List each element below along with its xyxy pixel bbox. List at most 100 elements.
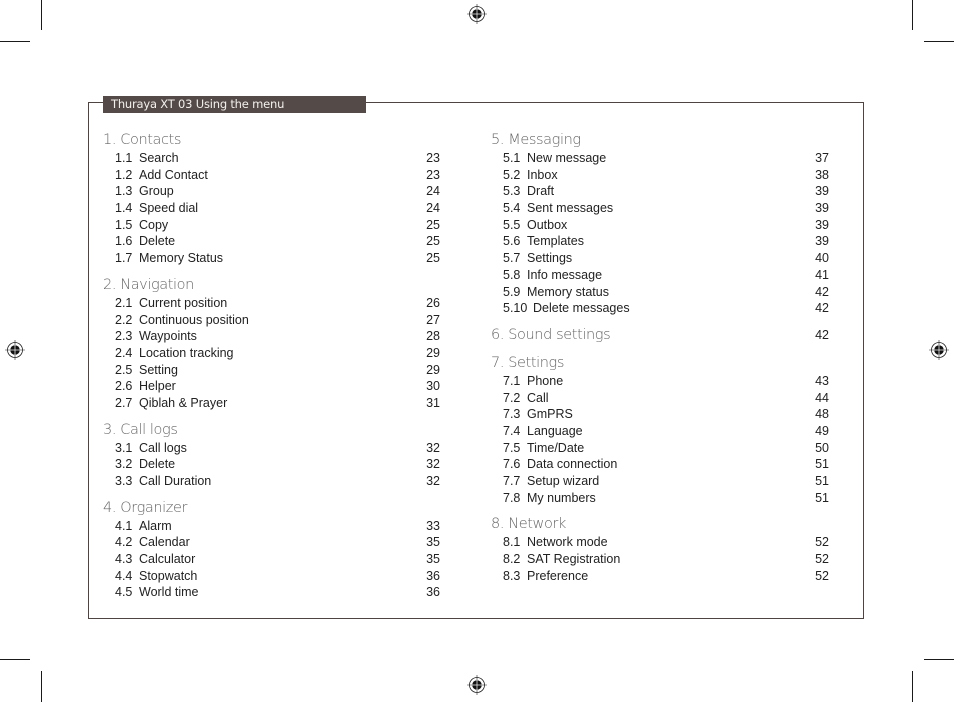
toc-entry-number: 5.2: [503, 167, 521, 182]
toc-entry[interactable]: 2.3 Waypoints 28: [103, 328, 440, 345]
toc-entry[interactable]: 4.4 Stopwatch 36: [103, 568, 440, 585]
toc-entry-number: 7.2: [503, 390, 521, 405]
toc-entry[interactable]: 1.2 Add Contact 23: [103, 167, 440, 184]
toc-entry[interactable]: 4.5 World time 36: [103, 584, 440, 601]
toc-entry[interactable]: 2.7 Qiblah & Prayer 31: [103, 395, 440, 412]
section-title-label: 4. Organizer: [103, 499, 188, 516]
toc-entry-page: 29: [426, 345, 440, 360]
toc-entry-page: 23: [426, 167, 440, 182]
toc-entry[interactable]: 7.1 Phone 43: [491, 373, 829, 390]
toc-section: 4. Organizer 4.1 Alarm 33 4.2 Calendar 35 4.3 Ca…: [103, 498, 440, 601]
toc-entry[interactable]: 1.7 Memory Status 25: [103, 250, 440, 267]
toc-entry[interactable]: 7.7 Setup wizard 51: [491, 473, 829, 490]
toc-entry-page: 50: [815, 440, 829, 455]
toc-entry[interactable]: 4.2 Calendar 35: [103, 534, 440, 551]
toc-entry-number: 2.5: [115, 362, 133, 377]
toc-entry[interactable]: 5.7 Settings 40: [491, 250, 829, 267]
section-title[interactable]: 5. Messaging: [491, 130, 829, 150]
toc-entry[interactable]: 5.5 Outbox 39: [491, 217, 829, 234]
section-title[interactable]: 8. Network: [491, 514, 829, 534]
toc-entry-text: 5.2 Inbox: [503, 167, 558, 184]
toc-entry-number: 5.6: [503, 234, 521, 249]
toc-entry[interactable]: 8.1 Network mode 52: [491, 534, 829, 551]
toc-entry[interactable]: 7.4 Language 49: [491, 423, 829, 440]
toc-entry-text: 1.7 Memory Status: [115, 250, 223, 267]
toc-entry-label: My numbers: [527, 490, 596, 505]
toc-entry-page: 39: [815, 234, 829, 249]
section-title[interactable]: 6. Sound settings 42: [491, 325, 829, 345]
toc-entry[interactable]: 7.5 Time/Date 50: [491, 440, 829, 457]
toc-entry[interactable]: 2.5 Setting 29: [103, 362, 440, 379]
toc-entry[interactable]: 5.9 Memory status 42: [491, 284, 829, 301]
toc-entry[interactable]: 1.6 Delete 25: [103, 233, 440, 250]
toc-entry[interactable]: 2.1 Current position 26: [103, 295, 440, 312]
toc-section: 3. Call logs 3.1 Call logs 32 3.2 Delete 32 3.3…: [103, 420, 440, 490]
toc-entry-page: 38: [815, 167, 829, 182]
toc-entry-label: New message: [527, 151, 607, 165]
toc-entry[interactable]: 4.3 Calculator 35: [103, 551, 440, 568]
toc-entry-page: 25: [426, 217, 440, 232]
toc-entry[interactable]: 5.8 Info message 41: [491, 267, 829, 284]
toc-entry[interactable]: 5.10 Delete messages 42: [491, 300, 829, 317]
toc-entry[interactable]: 5.6 Templates 39: [491, 233, 829, 250]
toc-entry[interactable]: 1.5 Copy 25: [103, 217, 440, 234]
toc-entry[interactable]: 4.1 Alarm 33: [103, 518, 440, 535]
toc-entry[interactable]: 1.1 Search 23: [103, 150, 440, 167]
toc-entry-text: 7.8 My numbers: [503, 490, 596, 507]
toc-entry-label: Outbox: [527, 217, 568, 232]
toc-entry-text: 7.6 Data connection: [503, 456, 617, 473]
toc-entry-number: 1.2: [115, 167, 133, 182]
toc-entry[interactable]: 1.3 Group 24: [103, 183, 440, 200]
toc-entry[interactable]: 5.4 Sent messages 39: [491, 200, 829, 217]
toc-entry-label: Sent messages: [527, 201, 614, 216]
toc-entry-text: 5.7 Settings: [503, 250, 572, 267]
toc-entry[interactable]: 3.2 Delete 32: [103, 456, 440, 473]
toc-entry-label: Waypoints: [139, 329, 197, 344]
toc-entry-label: Helper: [139, 379, 176, 394]
toc-entry[interactable]: 1.4 Speed dial 24: [103, 200, 440, 217]
section-title[interactable]: 1. Contacts: [103, 130, 440, 150]
toc-section: 5. Messaging 5.1 New message 37 5.2 Inbox 38 5.…: [491, 130, 829, 317]
toc-entry-page: 52: [815, 552, 829, 567]
toc-entry[interactable]: 7.6 Data connection 51: [491, 456, 829, 473]
toc-entry[interactable]: 8.2 SAT Registration 52: [491, 551, 829, 568]
toc-entry-text: 8.2 SAT Registration: [503, 551, 620, 568]
section-title[interactable]: 7. Settings: [491, 353, 829, 373]
toc-entry-text: 2.6 Helper: [115, 378, 176, 395]
toc-entry[interactable]: 3.3 Call Duration 32: [103, 473, 440, 490]
toc-entry[interactable]: 5.1 New message 37: [491, 150, 829, 167]
toc-entry-number: 2.3: [115, 329, 133, 344]
toc-entry-label: Delete: [139, 457, 176, 472]
toc-entry-label: Continuous position: [139, 312, 249, 327]
toc-entry[interactable]: 2.4 Location tracking 29: [103, 345, 440, 362]
toc-entry-number: 7.3: [503, 407, 521, 422]
toc-left-column: 1. Contacts 1.1 Search 23 1.2 Add Contact 23 1.…: [103, 130, 440, 601]
toc-entry-number: 3.3: [115, 474, 133, 488]
crop-mark-top-right-h: [924, 41, 954, 42]
toc-entry[interactable]: 7.3 GmPRS 48: [491, 406, 829, 423]
toc-entry[interactable]: 3.1 Call logs 32: [103, 440, 440, 457]
toc-entry-text: 1.6 Delete: [115, 233, 175, 250]
toc-entry[interactable]: 8.3 Preference 52: [491, 568, 829, 585]
toc-entry[interactable]: 7.2 Call 44: [491, 390, 829, 407]
toc-entry-page: 48: [815, 407, 829, 422]
toc-entry-text: 4.2 Calendar: [115, 534, 190, 551]
toc-entry[interactable]: 2.6 Helper 30: [103, 378, 440, 395]
toc-entry-label: Setting: [139, 362, 178, 377]
toc-entry[interactable]: 7.8 My numbers 51: [491, 490, 829, 507]
toc-entry-label: Templates: [527, 234, 584, 249]
toc-entry-label: Data connection: [527, 457, 618, 472]
toc-section: 7. Settings 7.1 Phone 43 7.2 Call 44 7.3 GmPRS 48…: [491, 353, 829, 507]
toc-entry-page: 44: [815, 390, 829, 405]
section-title[interactable]: 4. Organizer: [103, 498, 440, 518]
section-title[interactable]: 2. Navigation: [103, 275, 440, 295]
section-title[interactable]: 3. Call logs: [103, 420, 440, 440]
toc-entry[interactable]: 5.2 Inbox 38: [491, 167, 829, 184]
section-page-number: 42: [815, 327, 829, 342]
toc-entry[interactable]: 2.2 Continuous position 27: [103, 312, 440, 329]
toc-entry-number: 4.2: [115, 535, 133, 550]
toc-entry-text: 5.8 Info message: [503, 267, 602, 284]
toc-entry[interactable]: 5.3 Draft 39: [491, 183, 829, 200]
crop-mark-bottom-left-h: [0, 659, 30, 660]
